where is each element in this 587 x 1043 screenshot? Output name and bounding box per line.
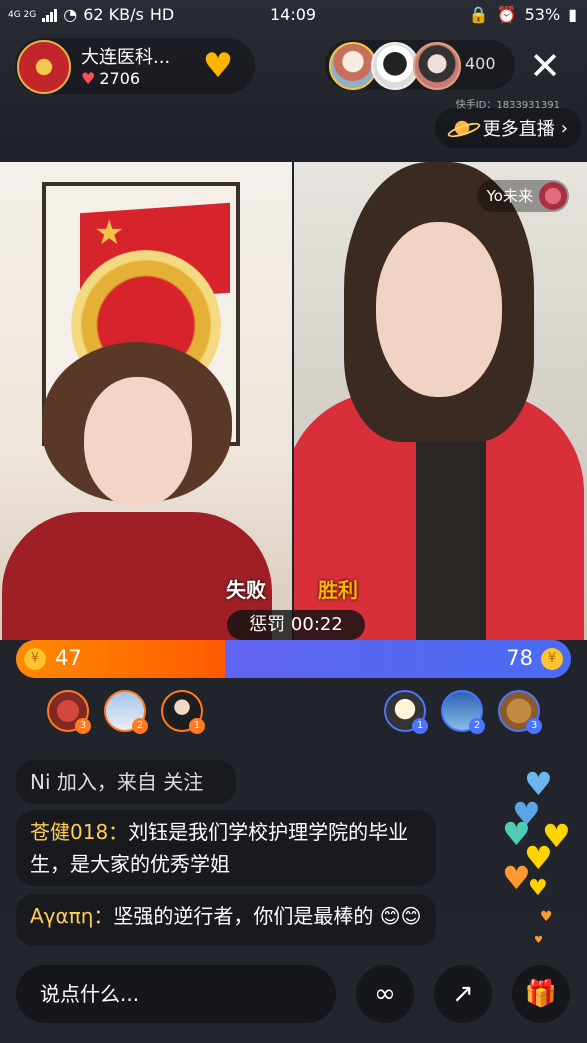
share-icon: ↗ xyxy=(452,979,474,1009)
host-card[interactable]: 大连医科... ♥ 2706 ♥ xyxy=(15,38,255,94)
join-message: Ni 加入，来自 关注 xyxy=(16,760,236,804)
follow-heart-button[interactable]: ♥ xyxy=(191,46,245,86)
close-button[interactable]: ✕ xyxy=(520,44,570,88)
status-time: 14:09 xyxy=(270,5,317,24)
hd-icon: HD xyxy=(149,5,175,24)
comment-item[interactable]: 苍健018：刘钰是我们学校护理学院的毕业生，是大家的优秀学姐 xyxy=(16,810,436,886)
planet-icon xyxy=(446,117,477,139)
more-live-button[interactable]: 更多直播 › xyxy=(434,108,582,148)
battery-icon: ▮ xyxy=(568,5,577,24)
guest-person xyxy=(294,162,584,640)
host-person xyxy=(2,342,272,640)
viewer-avatar[interactable] xyxy=(413,42,461,90)
more-live-label: 更多直播 xyxy=(482,119,555,140)
guest-avatar xyxy=(539,182,567,210)
supporter-avatar[interactable]: 1 xyxy=(161,690,205,734)
share-button[interactable]: ↗ xyxy=(434,965,492,1023)
supporter-avatar[interactable]: 1 xyxy=(384,690,428,734)
coin-icon: ¥ xyxy=(541,648,563,670)
win-label: 胜利 xyxy=(318,578,358,602)
punishment-timer: 惩罚 00:22 xyxy=(227,610,365,640)
network-speed: 62 KB/s xyxy=(83,5,144,24)
supporter-avatar[interactable]: 3 xyxy=(47,690,91,734)
chevron-right-icon: › xyxy=(560,117,568,139)
comment-item[interactable]: Αγαπη：坚强的逆行者，你们是最棒的 😊😊 xyxy=(16,894,436,946)
host-video[interactable]: ★ xyxy=(0,162,292,640)
link-icon: ∞ xyxy=(374,979,396,1009)
viewer-count[interactable]: 400 xyxy=(465,54,496,73)
live-stream-screen: 4G 2G ◔ 62 KB/s HD 14:09 🔒 ⏰ 53% ▮ 大连医科.… xyxy=(0,0,587,1043)
lose-label: 失败 xyxy=(226,578,266,602)
guest-video[interactable]: Yo未来 xyxy=(294,162,587,640)
gift-button[interactable]: 🎁 xyxy=(512,965,570,1023)
lock-icon: 🔒 xyxy=(468,5,489,24)
wifi-icon: ◔ xyxy=(63,5,78,24)
guest-name: Yo未来 xyxy=(486,187,533,205)
pk-progress-bar: ¥ 47 78 ¥ xyxy=(16,640,571,678)
right-score: 78 xyxy=(506,646,533,670)
supporter-avatar[interactable]: 2 xyxy=(104,690,148,734)
viewer-avatar[interactable] xyxy=(371,42,419,90)
viewer-list[interactable]: 400 xyxy=(325,40,515,90)
status-bar: 4G 2G ◔ 62 KB/s HD 14:09 🔒 ⏰ 53% ▮ xyxy=(0,0,587,30)
host-avatar[interactable] xyxy=(17,40,71,94)
pk-left-fill xyxy=(16,640,225,678)
supporter-avatar[interactable]: 2 xyxy=(441,690,485,734)
battery-level: 53% xyxy=(524,5,561,24)
heart-icon: ♥ xyxy=(81,69,96,88)
likes-count: 2706 xyxy=(99,69,141,88)
coin-icon: ¥ xyxy=(24,648,46,670)
supporter-avatar[interactable]: 3 xyxy=(498,690,542,734)
host-name[interactable]: 大连医科... xyxy=(81,43,170,69)
host-likes: ♥ 2706 xyxy=(81,69,140,88)
floating-hearts: ♥ ♥ ♥ ♥ ♥ ♥ ♥ ♥ ♥ xyxy=(502,765,571,946)
viewer-avatar[interactable] xyxy=(329,42,377,90)
link-button[interactable]: ∞ xyxy=(356,965,414,1023)
supporter-row: 3 2 1 1 2 3 xyxy=(0,688,587,736)
guest-tag[interactable]: Yo未来 xyxy=(476,180,569,212)
star-icon: ★ xyxy=(94,213,125,253)
gift-icon: 🎁 xyxy=(524,979,558,1009)
left-score: 47 xyxy=(55,646,82,670)
signal-icon xyxy=(42,8,58,22)
network-label: 4G 2G xyxy=(8,9,37,20)
alarm-icon: ⏰ xyxy=(496,5,517,24)
comment-input[interactable]: 说点什么... xyxy=(16,965,336,1023)
